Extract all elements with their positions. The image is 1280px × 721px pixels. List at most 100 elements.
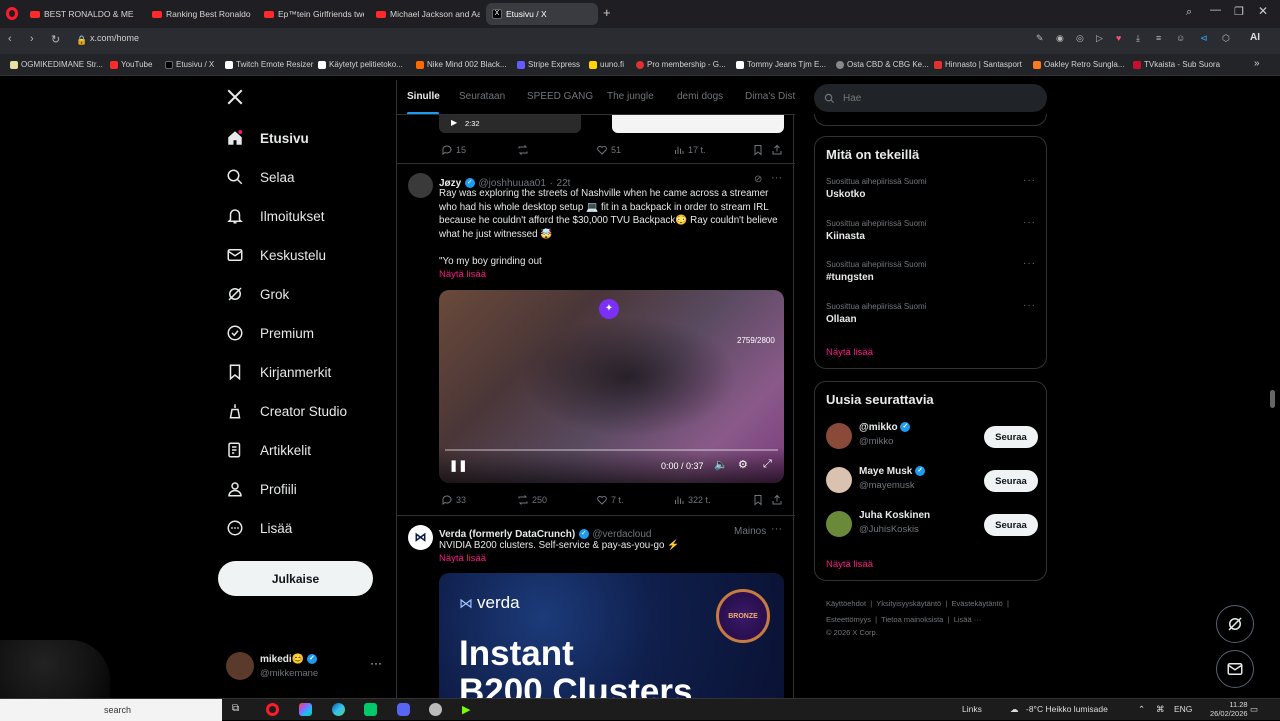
maximize-icon[interactable]: ❐ xyxy=(1234,5,1244,18)
grok-icon[interactable]: ⊘ xyxy=(754,174,762,185)
show-more-link[interactable]: Näytä lisää xyxy=(439,553,486,564)
search-box[interactable] xyxy=(814,84,1047,112)
nav-item-notifications[interactable]: Ilmoitukset xyxy=(226,207,325,225)
pause-icon[interactable]: ❚❚ xyxy=(449,459,467,472)
nav-item-messages[interactable]: Keskustelu xyxy=(226,246,326,264)
show-more-link[interactable]: Näytä lisää xyxy=(439,269,486,280)
trend-more-icon[interactable]: ··· xyxy=(1023,258,1036,269)
bookmarks-overflow-icon[interactable]: » xyxy=(1254,58,1260,69)
volume-icon[interactable]: 🔈 xyxy=(714,458,728,471)
views-button[interactable]: 17 t. xyxy=(673,144,706,156)
share-button[interactable] xyxy=(771,144,783,156)
figma-icon[interactable] xyxy=(299,703,312,716)
app-icon[interactable]: ▶ xyxy=(462,703,475,716)
follow-button[interactable]: Seuraa xyxy=(984,470,1038,492)
aria-icon[interactable]: ⊲ xyxy=(1200,33,1208,44)
trend-more-icon[interactable]: ··· xyxy=(1023,175,1036,186)
camera-icon[interactable]: ◉ xyxy=(1056,33,1064,44)
tab-search-icon[interactable]: ⌕ xyxy=(1186,6,1192,19)
nav-item-home[interactable]: Etusivu xyxy=(226,129,309,147)
bookmark[interactable]: Etusivu / X xyxy=(165,60,214,69)
footer-link[interactable]: Esteettömyys xyxy=(826,615,871,624)
post-more-icon[interactable]: ··· xyxy=(771,172,782,184)
app-icon[interactable] xyxy=(364,703,377,716)
play-icon[interactable]: ▷ xyxy=(1096,33,1103,44)
discord-icon[interactable] xyxy=(397,703,410,716)
taskbar-search[interactable]: search xyxy=(0,699,222,721)
close-icon[interactable]: ✕ xyxy=(1258,4,1268,18)
share-button[interactable] xyxy=(771,494,783,506)
opera-logo-icon[interactable] xyxy=(6,7,18,20)
verda-logo-icon[interactable]: ⋈ xyxy=(408,525,433,550)
bookmark[interactable]: Hinnasto | Santasport xyxy=(934,60,1022,69)
post-more-icon[interactable]: ··· xyxy=(771,523,782,535)
trends-show-more[interactable]: Näytä lisää xyxy=(826,347,873,358)
trend-item[interactable]: Suosittua aihepiirissä Suomi Ollaan ··· xyxy=(826,300,1036,325)
trend-more-icon[interactable]: ··· xyxy=(1023,217,1036,228)
lang-indicator[interactable]: ENG xyxy=(1174,704,1192,714)
settings-icon[interactable]: ⚙ xyxy=(738,458,748,471)
tray-chevron-icon[interactable]: ⌃ xyxy=(1138,704,1145,715)
new-tab-icon[interactable]: + xyxy=(603,5,611,20)
video-player[interactable]: ✦ 2759/2800 ❚❚ 0:00 / 0:37 🔈 ⚙ ⤢ xyxy=(439,290,784,483)
nav-item-premium[interactable]: Premium xyxy=(226,324,314,342)
task-view-icon[interactable]: ⧉ xyxy=(232,703,245,716)
trend-more-icon[interactable]: ··· xyxy=(1023,300,1036,311)
nav-item-more[interactable]: Lisää xyxy=(226,519,292,537)
nav-item-bookmarks[interactable]: Kirjanmerkit xyxy=(226,363,331,381)
bookmark[interactable]: OGMIKEDIMANE Str... xyxy=(10,60,103,69)
bookmark-button[interactable] xyxy=(752,144,764,156)
prev-post-video[interactable]: ▶ 2:32 xyxy=(439,115,581,133)
who-show-more[interactable]: Näytä lisää xyxy=(826,559,873,570)
post-button[interactable]: Julkaise xyxy=(218,561,373,596)
views-button[interactable]: 322 t. xyxy=(673,494,711,506)
links-toolbar[interactable]: Links xyxy=(962,704,982,714)
network-icon[interactable]: ⌘ xyxy=(1156,704,1165,715)
bookmark[interactable]: uuno.fi xyxy=(589,60,624,69)
nav-item-profile[interactable]: Profiili xyxy=(226,480,297,498)
weather-icon[interactable]: ☁ xyxy=(1010,704,1019,715)
extension-icon[interactable]: ◎ xyxy=(1076,33,1084,44)
edit-icon[interactable]: ✎ xyxy=(1036,33,1044,44)
ai-button[interactable]: AI xyxy=(1250,32,1260,43)
edge-icon[interactable] xyxy=(332,703,345,716)
app-icon[interactable] xyxy=(429,703,442,716)
footer-link[interactable]: Tietoa mainoksista xyxy=(881,615,943,624)
suggested-account[interactable]: Maye Musk ✓ @mayemusk Seuraa xyxy=(826,466,1038,496)
follow-button[interactable]: Seuraa xyxy=(984,514,1038,536)
opera-taskbar-icon[interactable] xyxy=(266,703,279,716)
notifications-icon[interactable]: ▭ xyxy=(1250,704,1258,715)
suggested-account[interactable]: Juha Koskinen @JuhisKoskis Seuraa xyxy=(826,510,1038,540)
nav-item-grok[interactable]: Grok xyxy=(226,285,289,303)
repost-button[interactable] xyxy=(517,144,529,156)
search-input[interactable] xyxy=(843,92,1033,104)
reply-button[interactable]: 33 xyxy=(441,494,466,506)
tab-dimas-dist[interactable]: Dima's Dist xyxy=(745,91,795,102)
footer-link[interactable]: Käyttöehdot xyxy=(826,599,866,608)
fullscreen-icon[interactable]: ⤢ xyxy=(763,458,772,471)
prev-post-image[interactable] xyxy=(612,115,784,133)
bookmark[interactable]: Nike Mind 002 Black... xyxy=(416,60,507,69)
trend-item[interactable]: Suosittua aihepiirissä Suomi #tungsten ·… xyxy=(826,258,1036,283)
x-logo-icon[interactable] xyxy=(226,88,244,109)
footer-link[interactable]: Evästekäytäntö xyxy=(952,599,1003,608)
like-button[interactable]: 7 t. xyxy=(596,494,624,506)
repost-button[interactable]: 250 xyxy=(517,494,547,506)
account-switcher[interactable]: mikedi😊 ✓ @mikkemane ··· xyxy=(226,650,386,684)
nav-item-articles[interactable]: Artikkelit xyxy=(226,441,311,459)
heart-icon[interactable]: ♥ xyxy=(1116,33,1121,43)
grok-sparkle-icon[interactable]: ✦ xyxy=(599,299,619,319)
reply-button[interactable]: 15 xyxy=(441,144,466,156)
avatar[interactable] xyxy=(408,173,433,198)
back-icon[interactable]: ‹ xyxy=(8,33,12,45)
forward-icon[interactable]: › xyxy=(30,33,34,45)
follow-button[interactable]: Seuraa xyxy=(984,426,1038,448)
bookmark[interactable]: Pro membership - G... xyxy=(636,60,726,69)
tab-for-you[interactable]: Sinulle xyxy=(407,91,440,102)
account-icon[interactable]: ☺ xyxy=(1176,33,1185,43)
like-button[interactable]: 51 xyxy=(596,144,621,156)
footer-link[interactable]: Yksityisyyskäytäntö xyxy=(876,599,941,608)
bookmark[interactable]: TVkaista - Sub Suora xyxy=(1133,60,1220,69)
nav-item-explore[interactable]: Selaa xyxy=(226,168,295,186)
menu-icon[interactable]: ≡ xyxy=(1156,33,1161,43)
